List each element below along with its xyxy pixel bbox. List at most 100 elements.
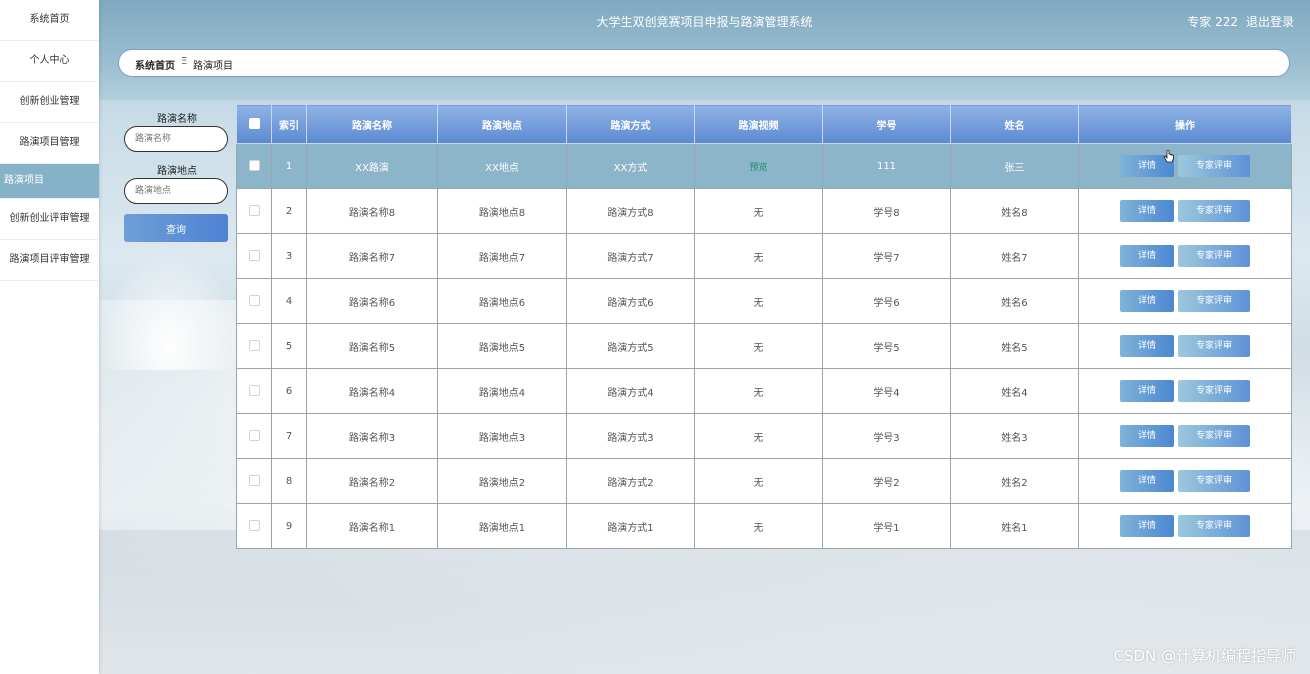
cell-index: 4 bbox=[271, 278, 307, 324]
cell-video: 预览 bbox=[694, 143, 823, 189]
detail-button[interactable]: 详情 bbox=[1120, 200, 1174, 222]
expert-review-button[interactable]: 专家评审 bbox=[1178, 380, 1250, 402]
row-checkbox[interactable] bbox=[248, 340, 260, 352]
cell-actions: 详情 专家评审 bbox=[1078, 188, 1292, 234]
row-checkbox[interactable] bbox=[248, 475, 260, 487]
cell-index: 7 bbox=[271, 413, 307, 459]
detail-button[interactable]: 详情 bbox=[1120, 380, 1174, 402]
sidebar-item-roadshow-management[interactable]: 路演项目管理 bbox=[0, 123, 99, 164]
cell-name: 路演名称6 bbox=[306, 278, 438, 324]
cell-index: 2 bbox=[271, 188, 307, 234]
row-checkbox[interactable] bbox=[248, 520, 260, 532]
cell-student-name: 姓名1 bbox=[950, 503, 1079, 549]
roadshow-table: 索引 路演名称 路演地点 路演方式 路演视频 学号 姓名 操作 1 XX路演 XX地… bbox=[236, 104, 1292, 549]
search-panel: 路演名称 路演地点 查询 bbox=[124, 110, 230, 242]
header-index: 索引 bbox=[271, 104, 307, 144]
sidebar-item-home[interactable]: 系统首页 bbox=[0, 0, 99, 41]
sidebar-item-innovation-management[interactable]: 创新创业管理 bbox=[0, 82, 99, 123]
cell-actions: 详情 专家评审 bbox=[1078, 143, 1292, 189]
expert-review-button[interactable]: 专家评审 bbox=[1178, 425, 1250, 447]
cell-actions: 详情 专家评审 bbox=[1078, 278, 1292, 324]
row-checkbox[interactable] bbox=[248, 295, 260, 307]
cell-name: 路演名称3 bbox=[306, 413, 438, 459]
row-select-cell bbox=[236, 188, 272, 234]
breadcrumb-separator: Ξ bbox=[181, 56, 188, 67]
header-student-name: 姓名 bbox=[950, 104, 1079, 144]
detail-button[interactable]: 详情 bbox=[1120, 515, 1174, 537]
cell-name: 路演名称2 bbox=[306, 458, 438, 504]
row-checkbox[interactable] bbox=[248, 430, 260, 442]
cell-student-no: 学号2 bbox=[822, 458, 951, 504]
header-select-all bbox=[236, 104, 272, 144]
sidebar-item-roadshow-projects[interactable]: 路演项目 bbox=[0, 164, 99, 199]
background-highlight bbox=[99, 250, 239, 370]
cell-method: XX方式 bbox=[566, 143, 695, 189]
cell-student-no: 学号1 bbox=[822, 503, 951, 549]
cell-actions: 详情 专家评审 bbox=[1078, 458, 1292, 504]
detail-button[interactable]: 详情 bbox=[1120, 425, 1174, 447]
cell-index: 9 bbox=[271, 503, 307, 549]
table-row[interactable]: 5 路演名称5 路演地点5 路演方式5 无学号5 姓名5 详情 专家评审 bbox=[236, 323, 1292, 369]
cell-video: 无 bbox=[694, 458, 823, 504]
table-row[interactable]: 2 路演名称8 路演地点8 路演方式8 无学号8 姓名8 详情 专家评审 bbox=[236, 188, 1292, 234]
row-checkbox[interactable] bbox=[248, 385, 260, 397]
cell-student-name: 姓名7 bbox=[950, 233, 1079, 279]
cell-location: 路演地点5 bbox=[437, 323, 567, 369]
cell-index: 1 bbox=[271, 143, 307, 189]
row-checkbox[interactable] bbox=[248, 160, 260, 172]
cell-name: 路演名称7 bbox=[306, 233, 438, 279]
query-button[interactable]: 查询 bbox=[124, 214, 228, 242]
cell-name: 路演名称5 bbox=[306, 323, 438, 369]
cell-video: 无 bbox=[694, 368, 823, 414]
row-checkbox[interactable] bbox=[248, 250, 260, 262]
expert-review-button[interactable]: 专家评审 bbox=[1178, 200, 1250, 222]
header-method: 路演方式 bbox=[566, 104, 695, 144]
cell-location: 路演地点2 bbox=[437, 458, 567, 504]
header-location: 路演地点 bbox=[437, 104, 567, 144]
sidebar-item-roadshow-review[interactable]: 路演项目评审管理 bbox=[0, 240, 99, 281]
select-all-checkbox[interactable] bbox=[248, 118, 260, 130]
row-checkbox[interactable] bbox=[248, 205, 260, 217]
detail-button[interactable]: 详情 bbox=[1120, 470, 1174, 492]
expert-review-button[interactable]: 专家评审 bbox=[1178, 290, 1250, 312]
cell-method: 路演方式6 bbox=[566, 278, 695, 324]
cell-method: 路演方式4 bbox=[566, 368, 695, 414]
expert-review-button[interactable]: 专家评审 bbox=[1178, 515, 1250, 537]
cell-name: 路演名称8 bbox=[306, 188, 438, 234]
cell-index: 3 bbox=[271, 233, 307, 279]
sidebar: 系统首页 个人中心 创新创业管理 路演项目管理 路演项目 创新创业评审管理 路演… bbox=[0, 0, 99, 674]
cell-location: 路演地点7 bbox=[437, 233, 567, 279]
table-row[interactable]: 8 路演名称2 路演地点2 路演方式2 无学号2 姓名2 详情 专家评审 bbox=[236, 458, 1292, 504]
detail-button[interactable]: 详情 bbox=[1120, 290, 1174, 312]
cell-method: 路演方式5 bbox=[566, 323, 695, 369]
row-select-cell bbox=[236, 143, 272, 189]
table-row[interactable]: 4 路演名称6 路演地点6 路演方式6 无学号6 姓名6 详情 专家评审 bbox=[236, 278, 1292, 324]
breadcrumb-home[interactable]: 系统首页 bbox=[135, 57, 175, 72]
table-row[interactable]: 3 路演名称7 路演地点7 路演方式7 无学号7 姓名7 详情 专家评审 bbox=[236, 233, 1292, 279]
cell-student-name: 姓名2 bbox=[950, 458, 1079, 504]
cell-location: 路演地点8 bbox=[437, 188, 567, 234]
cell-student-no: 学号6 bbox=[822, 278, 951, 324]
detail-button[interactable]: 详情 bbox=[1120, 245, 1174, 267]
expert-review-button[interactable]: 专家评审 bbox=[1178, 155, 1250, 177]
table-row[interactable]: 7 路演名称3 路演地点3 路演方式3 无学号3 姓名3 详情 专家评审 bbox=[236, 413, 1292, 459]
row-select-cell bbox=[236, 233, 272, 279]
cell-student-name: 姓名5 bbox=[950, 323, 1079, 369]
expert-review-button[interactable]: 专家评审 bbox=[1178, 335, 1250, 357]
cell-name: XX路演 bbox=[306, 143, 438, 189]
table-row[interactable]: 6 路演名称4 路演地点4 路演方式4 无学号4 姓名4 详情 专家评审 bbox=[236, 368, 1292, 414]
detail-button[interactable]: 详情 bbox=[1120, 335, 1174, 357]
location-search-input[interactable] bbox=[124, 178, 228, 204]
sidebar-item-innovation-review[interactable]: 创新创业评审管理 bbox=[0, 199, 99, 240]
video-preview-link[interactable]: 预览 bbox=[749, 163, 767, 173]
sidebar-item-personal-center[interactable]: 个人中心 bbox=[0, 41, 99, 82]
name-search-input[interactable] bbox=[124, 126, 228, 152]
cell-method: 路演方式7 bbox=[566, 233, 695, 279]
user-area: 专家 222 退出登录 bbox=[1179, 13, 1294, 30]
table-row[interactable]: 1 XX路演 XX地点 XX方式 预览 111 张三 详情 专家评审 bbox=[236, 143, 1292, 189]
expert-review-button[interactable]: 专家评审 bbox=[1178, 470, 1250, 492]
cell-video: 无 bbox=[694, 188, 823, 234]
table-row[interactable]: 9 路演名称1 路演地点1 路演方式1 无学号1 姓名1 详情 专家评审 bbox=[236, 503, 1292, 549]
logout-link[interactable]: 退出登录 bbox=[1246, 15, 1294, 29]
expert-review-button[interactable]: 专家评审 bbox=[1178, 245, 1250, 267]
